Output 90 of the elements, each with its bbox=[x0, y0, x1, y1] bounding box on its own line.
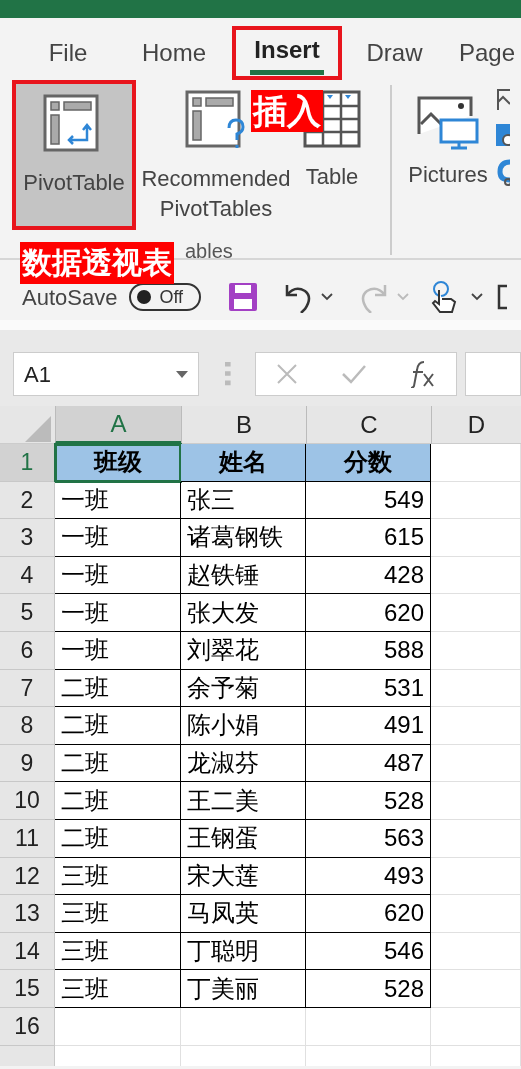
pictures-icon bbox=[417, 94, 479, 150]
ribbon-tab[interactable]: Page bbox=[447, 26, 521, 80]
autosave-label: AutoSave bbox=[22, 283, 118, 312]
check-icon[interactable] bbox=[340, 364, 367, 384]
name-box[interactable]: A1 bbox=[13, 352, 200, 396]
row-header[interactable]: 9 bbox=[0, 744, 55, 783]
table-cell: 一班 bbox=[55, 519, 181, 557]
table-cell: 一班 bbox=[55, 481, 181, 520]
table-cell: 二班 bbox=[55, 707, 181, 745]
table-cell: 二班 bbox=[55, 744, 181, 783]
column-heading-cell: 分数 bbox=[306, 444, 431, 482]
column-heading-cell: 姓名 bbox=[181, 444, 306, 482]
drag-handle-icon[interactable] bbox=[225, 361, 231, 387]
ribbon-tab[interactable]: Home bbox=[116, 26, 232, 80]
ribbon-tab[interactable]: File bbox=[20, 26, 116, 80]
smartart-icon bbox=[496, 158, 510, 186]
table-cell: 二班 bbox=[55, 782, 181, 820]
table-cell: 三班 bbox=[55, 895, 181, 933]
formula-field[interactable] bbox=[464, 352, 521, 396]
row-header[interactable]: 12 bbox=[0, 857, 55, 896]
annotation-label: 插入 bbox=[251, 90, 323, 132]
table-cell: 620 bbox=[306, 594, 431, 632]
recommended-pivot-icon bbox=[185, 90, 247, 150]
icons-icon bbox=[496, 122, 510, 148]
row-header[interactable]: 5 bbox=[0, 594, 55, 632]
table-cell: 615 bbox=[306, 519, 431, 557]
ribbon-button[interactable]: Pictures bbox=[406, 80, 490, 190]
table-cell: 588 bbox=[306, 631, 431, 670]
table-cell: 王二美 bbox=[181, 782, 306, 820]
table-cell: 二班 bbox=[55, 819, 181, 858]
row-header[interactable]: 7 bbox=[0, 669, 55, 708]
ribbon-tab[interactable]: Draw bbox=[342, 26, 447, 80]
table-cell: 余予菊 bbox=[181, 669, 306, 708]
row-header[interactable]: 1 bbox=[0, 444, 55, 482]
save-icon[interactable] bbox=[227, 281, 260, 313]
shapes-icon bbox=[496, 88, 510, 112]
table-cell: 赵铁锤 bbox=[181, 556, 306, 595]
row-header[interactable]: 16 bbox=[0, 1007, 55, 1046]
table-cell: 丁聪明 bbox=[181, 932, 306, 971]
caret-icon[interactable] bbox=[471, 293, 484, 301]
table-cell: 563 bbox=[306, 819, 431, 858]
table-cell: 马凤英 bbox=[181, 895, 306, 933]
column-heading-cell: 班级 bbox=[55, 444, 181, 482]
table-cell: 二班 bbox=[55, 669, 181, 708]
table-cell: 刘翠花 bbox=[181, 631, 306, 670]
table-cell: 丁美丽 bbox=[181, 970, 306, 1008]
table-cell: 549 bbox=[306, 481, 431, 520]
row-header[interactable]: 15 bbox=[0, 970, 55, 1008]
table-cell: 一班 bbox=[55, 556, 181, 595]
table-cell: 宋大莲 bbox=[181, 857, 306, 896]
table-cell: 三班 bbox=[55, 857, 181, 896]
row-header[interactable]: 6 bbox=[0, 631, 55, 670]
row-header[interactable]: 8 bbox=[0, 707, 55, 745]
table-cell: 陈小娟 bbox=[181, 707, 306, 745]
row-header[interactable]: 2 bbox=[0, 481, 55, 520]
table-cell: 531 bbox=[306, 669, 431, 708]
page-icon[interactable] bbox=[497, 284, 508, 310]
table-cell: 428 bbox=[306, 556, 431, 595]
row-header[interactable]: 4 bbox=[0, 556, 55, 595]
table-cell: 诸葛钢铁 bbox=[181, 519, 306, 557]
column-header[interactable]: D bbox=[431, 406, 521, 444]
table-cell: 龙淑芬 bbox=[181, 744, 306, 783]
row-header[interactable]: 11 bbox=[0, 819, 55, 858]
row-header[interactable]: 10 bbox=[0, 782, 55, 820]
ribbon-group-label: ables bbox=[185, 239, 233, 264]
dropdown-icon[interactable] bbox=[176, 370, 189, 378]
row-header[interactable]: 13 bbox=[0, 895, 55, 933]
table-cell: 王钢蛋 bbox=[181, 819, 306, 858]
table-cell: 528 bbox=[306, 970, 431, 1008]
table-cell: 487 bbox=[306, 744, 431, 783]
caret-icon[interactable] bbox=[321, 293, 334, 301]
touch-icon[interactable] bbox=[431, 280, 458, 314]
table-cell: 一班 bbox=[55, 631, 181, 670]
annotation-label: 数据透视表 bbox=[20, 242, 174, 284]
function-icon[interactable] bbox=[409, 360, 436, 388]
table-cell: 493 bbox=[306, 857, 431, 896]
table-cell: 三班 bbox=[55, 932, 181, 971]
table-cell: 546 bbox=[306, 932, 431, 971]
column-header[interactable]: A bbox=[55, 406, 181, 444]
row-header[interactable]: 3 bbox=[0, 519, 55, 557]
table-cell: 张三 bbox=[181, 481, 306, 520]
table-cell: 张大发 bbox=[181, 594, 306, 632]
ribbon-button[interactable]: PivotTable bbox=[12, 80, 136, 230]
table-cell: 528 bbox=[306, 782, 431, 820]
table-cell: 一班 bbox=[55, 594, 181, 632]
ribbon-tab[interactable]: Insert bbox=[232, 26, 342, 80]
table-cell: 三班 bbox=[55, 970, 181, 1008]
row-header[interactable]: 14 bbox=[0, 932, 55, 971]
table-cell: 620 bbox=[306, 895, 431, 933]
table-cell: 491 bbox=[306, 707, 431, 745]
